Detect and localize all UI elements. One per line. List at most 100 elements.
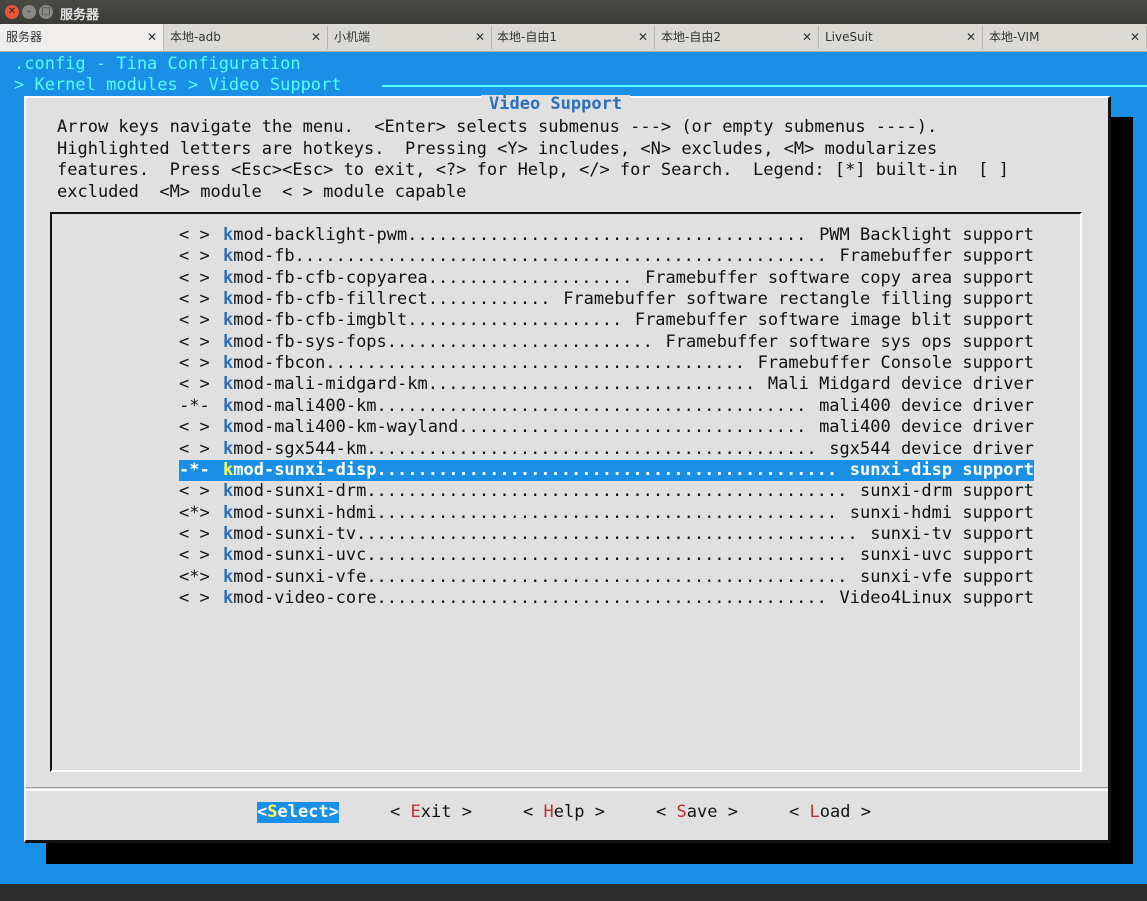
menu-item-mod-fb-cfb-copyarea[interactable]: < >kmod-fb-cfb-copyarea.................… [179, 267, 1034, 289]
item-description: Video4Linux support [829, 587, 1034, 609]
menu-item-mod-sgx544-km[interactable]: < > kmod-sgx544-km.......................… [179, 438, 1034, 460]
item-status: <*> [179, 566, 210, 587]
menu-item-mod-sunxi-uvc[interactable]: < > kmod-sunxi-uvc.......................… [179, 545, 1034, 567]
item-name-text: mod-sunxi-drm [233, 481, 367, 502]
item-description: sunxi-vfe support [850, 566, 1034, 588]
tab-close-icon[interactable]: ✕ [638, 26, 648, 48]
menu-item-mod-video-core[interactable]: < > kmod-video-core......................… [179, 587, 1034, 609]
button-rest: ave [686, 802, 718, 822]
item-status: < > [179, 481, 210, 502]
item-hotkey: k [223, 310, 234, 331]
item-name-text: mod-fb-sys-fops [233, 331, 387, 352]
button-exit[interactable]: < Exit > [390, 802, 472, 823]
item-hotkey: k [223, 374, 234, 395]
minimize-window-icon[interactable]: – [22, 5, 36, 19]
tab-bar: 服务器 ✕ 本地-adb ✕ 小机端 ✕ 本地-自由1 ✕ 本地-自由2 ✕ LiveSuit ✕ 本地… [0, 24, 1147, 52]
button-rest: elect [277, 802, 329, 822]
item-name-text: mod-sunxi-vfe [233, 566, 367, 587]
tab-label: 本地-自由1 [497, 30, 557, 44]
item-name-text: mod-video-core [233, 587, 377, 608]
item-name-text: mod-sunxi-uvc [233, 545, 367, 566]
item-description: Framebuffer software sys ops support [655, 331, 1034, 353]
item-hotkey: k [223, 481, 234, 502]
item-hotkey: k [223, 331, 234, 352]
item-hotkey: k [223, 502, 234, 523]
button-post: > [451, 802, 472, 822]
menu-item-mod-fb[interactable]: < > kmod-fb..............................… [179, 246, 1034, 268]
tab-1[interactable]: 本地-adb ✕ [164, 26, 328, 49]
item-hotkey: k [223, 438, 234, 459]
button-pre: < [523, 802, 544, 822]
item-description: sunxi-tv support [860, 523, 1034, 545]
button-post: > [850, 802, 871, 822]
close-window-icon[interactable]: ✕ [5, 5, 19, 19]
button-save[interactable]: < Save > [656, 802, 738, 823]
button-hotkey: L [809, 802, 820, 822]
help-text: Arrow keys navigate the menu. <Enter> se… [57, 117, 1009, 203]
item-hotkey: k [223, 523, 234, 544]
tab-2[interactable]: 小机端 ✕ [328, 26, 492, 49]
tab-label: 服务器 [6, 30, 43, 44]
item-name-text: mod-fb [233, 246, 295, 267]
item-status: < > [179, 246, 210, 267]
menu-list: < > kmod-backlight-pwm...................… [50, 212, 1082, 772]
menu-item-mod-sunxi-drm[interactable]: < > kmod-sunxi-drm.......................… [179, 481, 1034, 503]
item-description: Framebuffer software rectangle filling s… [553, 289, 1034, 311]
item-name-text: mod-sunxi-tv [233, 523, 357, 544]
tab-3[interactable]: 本地-自由1 ✕ [491, 26, 655, 49]
tab-5[interactable]: LiveSuit ✕ [819, 26, 983, 49]
terminal-area[interactable]: .config - Tina Configuration > Kernel mo… [0, 52, 1147, 901]
menu-item-mod-mali400-km-wayland[interactable]: < > kmod-mali400-km-wayland..............… [179, 417, 1034, 439]
item-status: < > [179, 417, 210, 438]
item-status: < > [179, 225, 210, 245]
item-hotkey: k [223, 395, 234, 416]
tab-0[interactable]: 服务器 ✕ [0, 24, 164, 51]
tab-close-icon[interactable]: ✕ [966, 26, 976, 48]
menu-item-mod-fb-sys-fops[interactable]: < >kmod-fb-sys-fops.....................… [179, 331, 1034, 353]
menu-item-mod-sunxi-hdmi[interactable]: <*> kmod-sunxi-hdmi......................… [179, 502, 1034, 524]
item-name-text: mod-mali400-km-wayland [233, 417, 459, 438]
button-load[interactable]: < Load > [789, 802, 871, 823]
menu-item-mod-sunxi-tv[interactable]: < > kmod-sunxi-tv........................… [179, 523, 1034, 545]
item-name-text: mod-mali400-km [233, 395, 377, 416]
item-hotkey: k [223, 353, 234, 374]
window-titlebar: ✕ – □ 服务器 [0, 0, 1147, 24]
item-description: Framebuffer software copy area support [635, 267, 1034, 289]
tab-6[interactable]: 本地-VIM ✕ [983, 26, 1147, 49]
tab-label: LiveSuit [825, 30, 873, 44]
item-description: sunxi-disp support [839, 459, 1034, 481]
menu-item-mod-backlight-pwm[interactable]: < > kmod-backlight-pwm...................… [179, 225, 1034, 246]
button-hotkey: H [543, 802, 554, 822]
tab-close-icon[interactable]: ✕ [475, 26, 485, 48]
item-description: mali400 device driver [809, 417, 1034, 439]
button-pre: < [789, 802, 810, 822]
tab-close-icon[interactable]: ✕ [311, 26, 321, 48]
item-hotkey: k [223, 267, 234, 288]
item-status: < > [179, 331, 210, 352]
button-hotkey: E [410, 802, 421, 822]
tab-4[interactable]: 本地-自由2 ✕ [655, 26, 819, 49]
menu-item-mod-fbcon[interactable]: < > kmod-fbcon...........................… [179, 353, 1034, 375]
item-hotkey: k [223, 417, 234, 438]
menu-item-mod-fb-cfb-imgblt[interactable]: < >kmod-fb-cfb-imgblt...................… [179, 310, 1034, 332]
button-help[interactable]: < Help > [523, 802, 605, 823]
tab-close-icon[interactable]: ✕ [1130, 26, 1140, 48]
button-hotkey: S [267, 802, 278, 822]
maximize-window-icon[interactable]: □ [39, 5, 53, 19]
tab-close-icon[interactable]: ✕ [802, 26, 812, 48]
item-status: < > [179, 523, 210, 544]
menu-item-mod-sunxi-disp[interactable]: -*- kmod-sunxi-disp......................… [179, 459, 1034, 481]
tab-label: 本地-adb [170, 30, 221, 44]
menu-item-mod-fb-cfb-fillrect[interactable]: < >kmod-fb-cfb-fillrect.................… [179, 289, 1034, 311]
button-post: > [328, 802, 339, 822]
menu-item-mod-sunxi-vfe[interactable]: <*> kmod-sunxi-vfe.......................… [179, 566, 1034, 588]
help-line: excluded <M> module < > module capable [57, 181, 467, 202]
button-hotkey: S [676, 802, 687, 822]
tab-close-icon[interactable]: ✕ [147, 24, 157, 51]
item-description: mali400 device driver [809, 395, 1034, 417]
button-select[interactable]: <Select> [257, 802, 339, 823]
menu-item-mod-mali400-km[interactable]: -*- kmod-mali400-km......................… [179, 395, 1034, 417]
menu-item-mod-mali-midgard-km[interactable]: < > kmod-mali-midgard-km.................… [179, 374, 1034, 396]
item-status: < > [179, 374, 210, 395]
item-status: -*- [179, 459, 210, 480]
